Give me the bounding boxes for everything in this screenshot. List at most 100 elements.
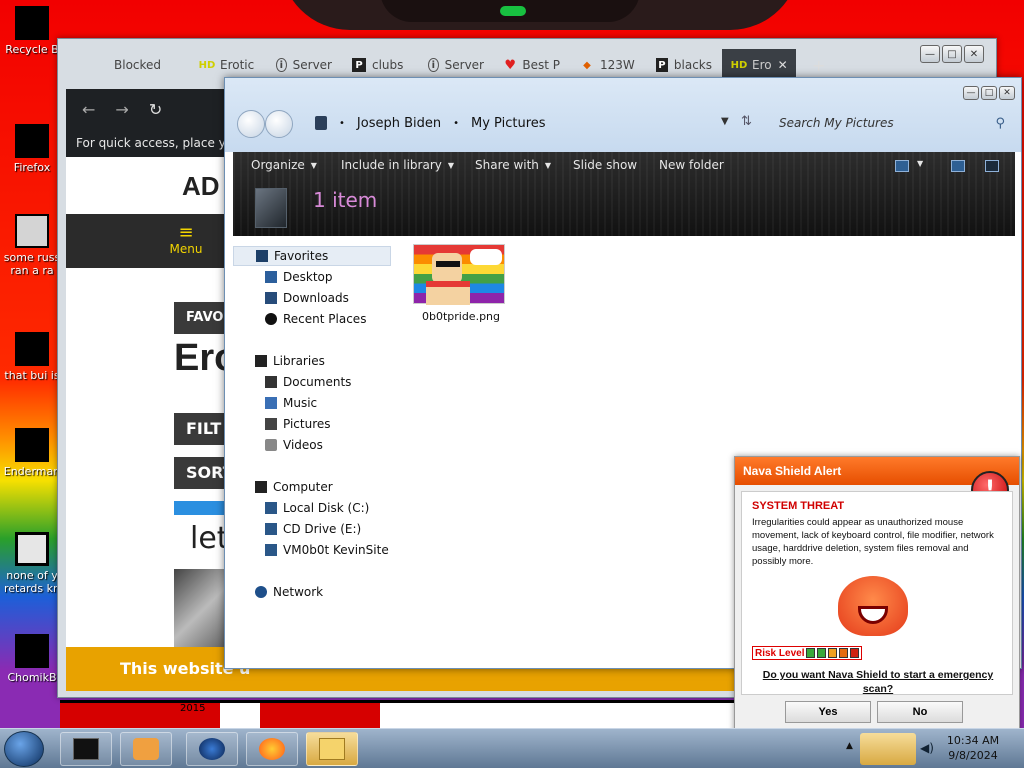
yes-button[interactable]: Yes <box>785 701 871 723</box>
nav-label: Desktop <box>283 270 333 284</box>
tab-label: Best P <box>522 58 560 72</box>
help-icon[interactable] <box>985 160 999 172</box>
address-bar[interactable]: • Joseph Biden • My Pictures <box>311 110 731 136</box>
nav-videos[interactable]: Videos <box>233 435 391 455</box>
site-banner-text: let <box>190 521 226 556</box>
site-favorites-label: FAVOR <box>174 302 226 334</box>
chrome-icon <box>15 532 49 566</box>
slide-show-button[interactable]: Slide show <box>573 158 637 172</box>
site-menu-label: Menu <box>169 242 203 256</box>
desktop-icon-firefox[interactable]: Firefox <box>2 124 62 174</box>
document-icon <box>15 214 49 248</box>
view-options-button[interactable]: ▼ <box>917 159 923 168</box>
bookmarks-bar: For quick access, place your <box>66 129 226 157</box>
nav-music[interactable]: Music <box>233 393 391 413</box>
threat-description: Irregularities could appear as unauthori… <box>752 517 994 567</box>
explorer-window-controls: — □ ✕ <box>963 86 1015 100</box>
taskbar-item-media-player[interactable] <box>120 732 172 766</box>
start-button[interactable] <box>4 731 44 767</box>
back-arrow-icon[interactable]: ← <box>82 100 95 119</box>
browser-nav-bar: ← → ↻ <box>66 89 226 129</box>
star-icon <box>256 250 268 262</box>
wallpaper-year: 2015 <box>180 703 206 714</box>
desktop-icon-label: Enderman <box>3 465 61 478</box>
file-name: 0b0tpride.png <box>421 310 501 323</box>
chevron-down-icon: ▼ <box>544 160 552 170</box>
taskbar-item-firefox[interactable] <box>246 732 298 766</box>
file-item[interactable]: 0b0tpride.png <box>411 244 511 323</box>
info-icon: i <box>276 58 287 72</box>
desktop-icon-label: Recycle B <box>5 43 59 56</box>
clock[interactable]: 10:34 AM 9/8/2024 <box>938 733 1008 763</box>
taskbar-item-explorer[interactable] <box>306 732 358 766</box>
nav-recent-places[interactable]: Recent Places <box>233 309 391 329</box>
include-label: Include in library <box>341 158 442 172</box>
nav-local-disk[interactable]: Local Disk (C:) <box>233 498 391 518</box>
volume-icon[interactable]: ◀) <box>920 741 934 755</box>
share-label: Share with <box>475 158 539 172</box>
nav-cd-drive[interactable]: CD Drive (E:) <box>233 519 391 539</box>
nav-downloads[interactable]: Downloads <box>233 288 391 308</box>
nav-favorites[interactable]: Favorites <box>233 246 391 266</box>
desktop-icon-label: ChomikB <box>7 671 57 684</box>
breadcrumb-folder[interactable]: My Pictures <box>471 116 546 131</box>
site-thumbnail[interactable] <box>174 569 226 647</box>
desktop-icon-none[interactable]: none of y retards kn <box>2 532 62 595</box>
change-view-icon[interactable] <box>895 160 909 172</box>
share-with-button[interactable]: Share with ▼ <box>475 158 551 172</box>
nava-shield-alert[interactable]: Nava Shield Alert ! SYSTEM THREAT Irregu… <box>734 456 1020 734</box>
nav-documents[interactable]: Documents <box>233 372 391 392</box>
close-button[interactable]: ✕ <box>964 45 984 63</box>
close-button[interactable]: ✕ <box>999 86 1015 100</box>
newfolder-label: New folder <box>659 158 724 172</box>
info-icon: i <box>428 58 439 72</box>
explorer-title-bar: — □ ✕ • Joseph Biden • My Pictures ▼ ⇅ S… <box>225 78 1021 152</box>
back-button[interactable] <box>237 110 265 138</box>
show-hidden-icons-icon[interactable]: ▲ <box>846 741 853 751</box>
minimize-icon: — <box>966 88 976 98</box>
site-sort-button[interactable]: SORT <box>174 457 226 489</box>
refresh-icon[interactable]: ⇅ <box>741 114 752 129</box>
tab-label: 123W <box>600 58 635 72</box>
breadcrumb-user[interactable]: Joseph Biden <box>357 116 441 131</box>
tray-nava-icon[interactable] <box>860 733 916 765</box>
nav-desktop[interactable]: Desktop <box>233 267 391 287</box>
nav-vm-share[interactable]: VM0b0t KevinSite <box>233 540 391 560</box>
search-box[interactable]: Search My Pictures ⚲ <box>773 111 1011 135</box>
libraries-icon <box>255 355 267 367</box>
desktop-icon-recycle-bin[interactable]: Recycle B <box>2 6 62 56</box>
nav-pictures[interactable]: Pictures <box>233 414 391 434</box>
maximize-button[interactable]: □ <box>981 86 997 100</box>
clock-time: 10:34 AM <box>946 734 1000 747</box>
desktop-icon-bui[interactable]: that bui is <box>2 332 62 382</box>
search-placeholder: Search My Pictures <box>779 116 894 130</box>
tab-blocked[interactable]: Blocked <box>104 49 190 81</box>
site-filter-button[interactable]: FILT <box>174 413 226 445</box>
include-in-library-button[interactable]: Include in library ▼ <box>341 158 454 172</box>
taskbar-item-globe[interactable] <box>186 732 238 766</box>
new-folder-button[interactable]: New folder <box>659 158 724 172</box>
forward-arrow-icon[interactable]: → <box>115 100 128 119</box>
nav-libraries[interactable]: Libraries <box>233 351 391 371</box>
search-icon[interactable]: ⚲ <box>995 116 1005 131</box>
organize-button[interactable]: Organize ▼ <box>251 158 317 172</box>
preview-pane-icon[interactable] <box>951 160 965 172</box>
desktop-icon-russ[interactable]: some russ ran a ra <box>2 214 62 277</box>
nav-network[interactable]: Network <box>233 582 391 602</box>
site-favicon-icon: HD <box>198 59 216 71</box>
maximize-button[interactable]: □ <box>942 45 962 63</box>
forward-button[interactable] <box>265 110 293 138</box>
no-button[interactable]: No <box>877 701 963 723</box>
nav-computer[interactable]: Computer <box>233 477 391 497</box>
minimize-button[interactable]: — <box>963 86 979 100</box>
address-dropdown-icon[interactable]: ▼ <box>721 116 729 127</box>
minimize-button[interactable]: — <box>920 45 940 63</box>
folder-icon <box>319 738 345 760</box>
site-menu-button[interactable]: ≡ Menu <box>66 214 226 268</box>
taskbar-item-terminal[interactable] <box>60 732 112 766</box>
reload-icon[interactable]: ↻ <box>149 100 162 119</box>
desktop-icon-enderman[interactable]: Enderman <box>2 428 62 478</box>
nav-label: Local Disk (C:) <box>283 501 370 515</box>
desktop-icon-chomik[interactable]: ChomikB <box>2 634 62 684</box>
close-tab-icon[interactable]: ✕ <box>778 58 788 72</box>
